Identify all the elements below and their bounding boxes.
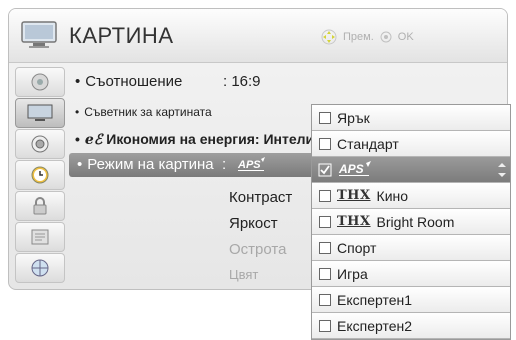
dropdown-option[interactable]: Игра bbox=[312, 261, 510, 287]
category-sidebar bbox=[15, 67, 65, 289]
picture-mode-dropdown: Ярък Стандарт APS THX Кино THX Bright Ro… bbox=[311, 104, 511, 340]
hint-move-label: Прем. bbox=[343, 31, 374, 43]
dropdown-option[interactable]: Стандарт bbox=[312, 131, 510, 157]
energy-saving-icon: eℰ bbox=[84, 132, 103, 148]
lock-icon bbox=[33, 197, 47, 215]
dropdown-option[interactable]: Експертен1 bbox=[312, 287, 510, 313]
aspect-ratio-label: Съотношение bbox=[85, 73, 183, 90]
sidebar-item-lock[interactable] bbox=[15, 191, 65, 221]
dropdown-option-selected[interactable]: APS bbox=[312, 157, 510, 183]
menu-header: КАРТИНА Прем. OK bbox=[9, 9, 507, 63]
checkbox-icon bbox=[319, 267, 331, 280]
sidebar-item-picture[interactable] bbox=[15, 67, 65, 97]
move-arrows-icon bbox=[321, 29, 337, 45]
aspect-ratio-row[interactable]: • Съотношение : 16:9 bbox=[75, 73, 261, 90]
network-icon bbox=[31, 259, 49, 277]
tv-icon bbox=[21, 21, 57, 48]
checkbox-icon bbox=[319, 319, 331, 332]
scroll-arrows-icon[interactable] bbox=[498, 163, 506, 177]
checkbox-icon bbox=[319, 111, 331, 124]
checkbox-icon bbox=[319, 189, 331, 202]
checkbox-icon bbox=[319, 293, 331, 306]
contrast-item[interactable]: Контраст bbox=[229, 189, 292, 206]
picture-mode-label: Режим на картина bbox=[87, 156, 214, 173]
sharpness-item[interactable]: Острота bbox=[229, 241, 286, 258]
aspect-ratio-value: : 16:9 bbox=[223, 73, 261, 90]
dropdown-option[interactable]: Спорт bbox=[312, 235, 510, 261]
sidebar-item-time[interactable] bbox=[15, 160, 65, 190]
speaker-icon bbox=[31, 135, 49, 153]
picture-mode-row[interactable]: • Режим на картина : APS bbox=[69, 153, 317, 177]
aps-logo-icon: APS bbox=[338, 160, 371, 176]
energy-saving-label: Икономия на енергия: Интелиге bbox=[106, 131, 328, 147]
dropdown-option[interactable]: Експертен2 bbox=[312, 313, 510, 339]
ok-button-icon bbox=[380, 31, 392, 43]
navigation-hints: Прем. OK bbox=[321, 29, 414, 45]
checkbox-icon bbox=[319, 137, 331, 150]
svg-text:APS: APS bbox=[338, 162, 364, 176]
picture-icon bbox=[31, 73, 49, 91]
clock-icon bbox=[31, 166, 49, 184]
page-title: КАРТИНА bbox=[69, 23, 174, 48]
hint-ok-label: OK bbox=[397, 31, 414, 43]
sidebar-item-audio[interactable] bbox=[15, 129, 65, 159]
dropdown-option[interactable]: Ярък bbox=[312, 105, 510, 131]
screen-icon bbox=[27, 104, 53, 121]
option-icon bbox=[31, 229, 49, 245]
sidebar-item-network[interactable] bbox=[15, 253, 65, 283]
picture-wizard-label: Съветник за картината bbox=[84, 105, 212, 119]
dropdown-option[interactable]: THX Bright Room bbox=[312, 209, 510, 235]
sidebar-item-option[interactable] bbox=[15, 222, 65, 252]
brightness-item[interactable]: Яркост bbox=[229, 215, 278, 232]
picture-wizard-row[interactable]: • Съветник за картината bbox=[75, 105, 212, 119]
svg-text:APS: APS bbox=[237, 159, 261, 171]
checkmark-icon bbox=[318, 163, 332, 176]
checkbox-icon bbox=[319, 215, 331, 228]
aps-logo-icon: APS bbox=[237, 157, 265, 171]
energy-saving-row[interactable]: • eℰ Икономия на енергия: Интелиге bbox=[75, 131, 328, 148]
tv-osd-screen: КАРТИНА Прем. OK • Съотношение: 16:9 • … bbox=[0, 0, 516, 340]
thx-logo-icon: THX bbox=[337, 188, 371, 203]
dropdown-option[interactable]: THX Кино bbox=[312, 183, 510, 209]
sidebar-item-screen[interactable] bbox=[15, 98, 65, 128]
color-item[interactable]: Цвят bbox=[229, 267, 258, 282]
thx-logo-icon: THX bbox=[337, 214, 371, 229]
checkbox-icon bbox=[319, 241, 331, 254]
